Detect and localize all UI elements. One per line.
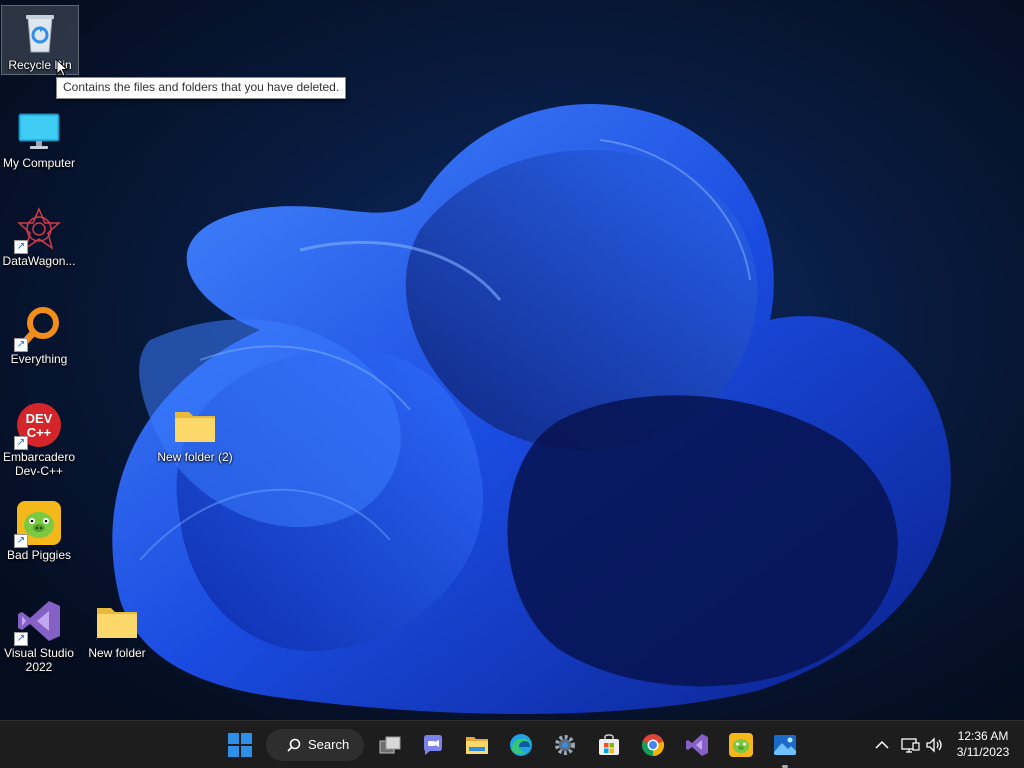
shortcut-arrow-icon: ↗ xyxy=(14,338,28,352)
desktop-icon-new-folder[interactable]: New folder xyxy=(79,594,155,660)
devcpp-badge-top: DEV xyxy=(26,411,53,426)
desktop-icon-label: New folder xyxy=(88,646,146,660)
task-view-icon xyxy=(379,736,401,754)
edge-icon xyxy=(510,734,532,756)
desktop-icon-label: New folder (2) xyxy=(157,450,233,464)
chat-button[interactable] xyxy=(415,727,451,763)
clock-date: 3/11/2023 xyxy=(956,745,1010,759)
desktop-icon-visual-studio[interactable]: ↗ Visual Studio 2022 xyxy=(1,594,77,674)
recycle-bin-icon xyxy=(17,10,63,56)
desktop-icon-my-computer[interactable]: My Computer xyxy=(1,104,77,170)
chevron-up-icon[interactable] xyxy=(872,735,892,755)
bad-piggies-icon xyxy=(729,733,753,757)
visual-studio-button[interactable] xyxy=(679,727,715,763)
visual-studio-icon xyxy=(686,734,708,756)
photos-button[interactable] xyxy=(767,727,803,768)
mouse-pointer-icon xyxy=(56,59,68,77)
search-label: Search xyxy=(308,737,350,752)
taskbar: Search 12:36 AM 3/11/2023 xyxy=(0,720,1024,768)
shortcut-arrow-icon: ↗ xyxy=(14,632,28,646)
shortcut-arrow-icon: ↗ xyxy=(14,534,28,548)
teams-chat-icon xyxy=(424,735,442,755)
desktop-icon-datawagon[interactable]: ↗ DataWagon... xyxy=(1,202,77,268)
photos-icon xyxy=(774,735,796,755)
store-icon xyxy=(599,734,619,755)
bad-piggies-button[interactable] xyxy=(723,727,759,763)
folder-icon xyxy=(94,598,140,644)
desktop-icon-label: Visual Studio 2022 xyxy=(4,646,74,674)
devcpp-badge-bottom: C++ xyxy=(27,425,52,440)
search-icon xyxy=(287,738,301,752)
file-explorer-button[interactable] xyxy=(459,727,495,763)
desktop-icon-label: DataWagon... xyxy=(2,254,76,268)
visual-studio-icon: ↗ xyxy=(14,598,62,646)
clock-time: 12:36 AM xyxy=(957,729,1009,743)
windows-logo-icon xyxy=(228,733,252,757)
everything-search-icon: ↗ xyxy=(14,304,62,352)
taskbar-clock[interactable]: 12:36 AM 3/11/2023 xyxy=(950,728,1016,760)
desktop-icon-bad-piggies[interactable]: ↗ Bad Piggies xyxy=(1,496,77,562)
settings-gear-icon xyxy=(555,735,575,755)
volume-icon[interactable] xyxy=(924,735,944,755)
desktop-icon-everything[interactable]: ↗ Everything xyxy=(1,300,77,366)
shortcut-arrow-icon: ↗ xyxy=(14,240,28,254)
desktop-icon-label: My Computer xyxy=(2,156,76,170)
taskbar-search-box[interactable]: Search xyxy=(266,729,364,761)
shortcut-arrow-icon: ↗ xyxy=(14,436,28,450)
network-icon[interactable] xyxy=(900,735,920,755)
store-button[interactable] xyxy=(591,727,627,763)
settings-button[interactable] xyxy=(547,727,583,763)
edge-button[interactable] xyxy=(503,727,539,763)
desktop-icon-label: Bad Piggies xyxy=(6,548,72,562)
datawagon-icon: ↗ xyxy=(14,206,62,254)
start-button[interactable] xyxy=(222,727,258,763)
desktop-icon-label: Everything xyxy=(10,352,68,366)
chrome-button[interactable] xyxy=(635,727,671,763)
monitor-icon xyxy=(16,108,62,154)
recycle-bin-tooltip: Contains the files and folders that you … xyxy=(56,77,347,99)
devcpp-icon: DEV C++ ↗ xyxy=(14,402,62,450)
file-explorer-icon xyxy=(466,737,488,754)
desktop-icon-devcpp[interactable]: DEV C++ ↗ Embarcadero Dev-C++ xyxy=(1,398,77,478)
task-view-button[interactable] xyxy=(372,727,408,763)
bad-piggies-icon: ↗ xyxy=(14,500,62,548)
folder-icon xyxy=(172,402,218,448)
desktop-icon-new-folder-2[interactable]: New folder (2) xyxy=(157,398,233,464)
desktop-icon-label: Embarcadero Dev-C++ xyxy=(2,450,76,478)
chrome-icon xyxy=(641,734,665,757)
